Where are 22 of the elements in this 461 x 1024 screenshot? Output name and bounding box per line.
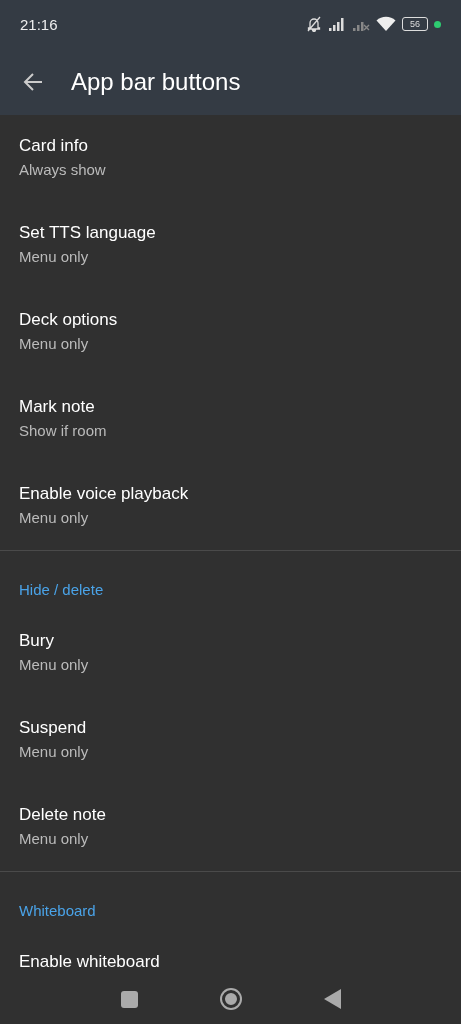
preference-item[interactable]: Deck options Menu only — [0, 289, 461, 376]
category-header: Hide / delete — [18, 580, 105, 600]
preference-item[interactable]: Mark note Show if room — [0, 376, 461, 463]
battery-icon: 56 — [402, 17, 428, 31]
clock-time: 21:16 — [20, 15, 58, 33]
signal-icon — [328, 17, 346, 31]
recents-button[interactable] — [120, 990, 138, 1008]
back-button[interactable] — [323, 989, 341, 1009]
preference-item[interactable]: Bury Menu only — [0, 610, 461, 697]
screen-title: App bar buttons — [71, 67, 241, 96]
preference-item[interactable]: Enable voice playback Menu only — [0, 463, 461, 550]
back-arrow-icon[interactable] — [22, 70, 44, 93]
wifi-icon — [376, 16, 396, 32]
category-header: Whiteboard — [18, 901, 97, 921]
bell-off-icon — [306, 16, 322, 32]
preference-item[interactable]: Delete note Menu only — [0, 784, 461, 871]
preference-item[interactable]: Card info Always show — [0, 115, 461, 202]
preference-item[interactable]: Set TTS language Menu only — [0, 202, 461, 289]
home-button[interactable] — [221, 990, 240, 1008]
preference-item[interactable]: Enable whiteboard — [0, 931, 461, 973]
preference-item[interactable]: Suspend Menu only — [0, 697, 461, 784]
status-dot-icon — [434, 20, 441, 28]
